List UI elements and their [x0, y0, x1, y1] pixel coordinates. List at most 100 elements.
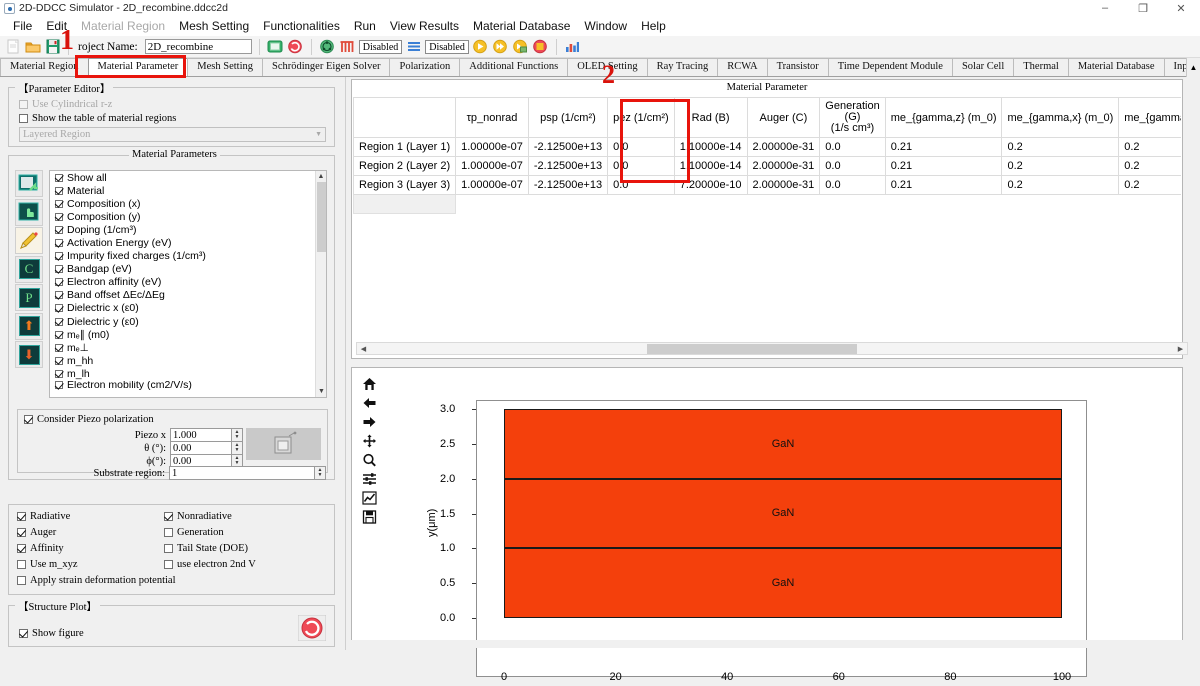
list-item[interactable]: Dielectric y (ε0) [50, 315, 314, 328]
list-item[interactable]: Bandgap (eV) [50, 263, 314, 276]
axis-edit-icon[interactable] [358, 488, 380, 507]
tab-ray-tracing[interactable]: Ray Tracing [646, 58, 719, 76]
zoom-icon[interactable] [358, 450, 380, 469]
menu-file[interactable]: File [6, 17, 39, 35]
cell-region[interactable]: Region 2 (Layer 2) [353, 156, 457, 176]
scroll-up-icon[interactable]: ▲ [316, 171, 326, 182]
tab-rcwa[interactable]: RCWA [717, 58, 768, 76]
tab-material-database[interactable]: Material Database [1067, 58, 1165, 76]
col-header-me-gamma-x[interactable]: me_{gamma,x} (m_0) [1001, 97, 1120, 138]
scroll-left-icon[interactable]: ◀ [357, 345, 370, 353]
tab-material-region[interactable]: Material Region [0, 58, 89, 76]
col-header-pez[interactable]: pez (1/cm²) [607, 97, 675, 138]
cell-tp-nonrad[interactable]: 1.00000e-07 [455, 175, 529, 195]
stepper-down-icon[interactable]: ▼ [318, 473, 323, 478]
refresh-icon[interactable] [287, 38, 304, 55]
cell-tp-nonrad[interactable]: 1.00000e-07 [455, 137, 529, 157]
option-apply-strain-deformation-potential[interactable]: Apply strain deformation potential [17, 575, 176, 586]
atom-icon[interactable] [319, 38, 336, 55]
substrate-region-stepper[interactable]: 1 ▲ ▼ [169, 466, 326, 480]
piezo-theta-input[interactable]: 0.00 [170, 441, 232, 455]
forward-arrow-icon[interactable] [358, 412, 380, 431]
lines-icon[interactable] [405, 38, 422, 55]
list-item[interactable]: Material [50, 184, 314, 197]
cell-auger-c[interactable]: 2.00000e-31 [746, 156, 821, 176]
col-header-tp-nonrad[interactable]: τp_nonrad [455, 97, 529, 138]
minimize-button[interactable]: – [1086, 0, 1124, 16]
mesh-icon[interactable] [339, 38, 356, 55]
list-item[interactable]: Composition (y) [50, 210, 314, 223]
piezo-theta-stepper[interactable]: 0.00 ▲ ▼ [170, 441, 243, 455]
pan-icon[interactable] [358, 431, 380, 450]
cell-psp[interactable]: -2.12500e+13 [527, 137, 609, 157]
list-item[interactable]: Composition (x) [50, 197, 314, 210]
list-item[interactable]: Impurity fixed charges (1/cm³) [50, 250, 314, 263]
list-item[interactable]: Electron affinity (eV) [50, 276, 314, 289]
option-generation[interactable]: Generation [164, 527, 224, 538]
col-header-region[interactable] [353, 97, 457, 138]
run-icon[interactable] [472, 38, 489, 55]
save-icon[interactable] [44, 38, 61, 55]
piezo-x-stepper[interactable]: 1.000 ▲ ▼ [170, 428, 243, 442]
option-tail-state[interactable]: Tail State (DOE) [164, 543, 248, 554]
show-figure-checkbox[interactable]: Show figure [19, 628, 84, 639]
structure-preview-icon[interactable] [246, 428, 321, 460]
tab-time-dependent-module[interactable]: Time Dependent Module [827, 58, 953, 76]
move-down-icon[interactable]: ⬇ [15, 341, 43, 368]
cell-me-gamma-z[interactable]: 0.21 [884, 175, 1003, 195]
option-affinity[interactable]: Affinity [17, 543, 64, 554]
cell-generation[interactable]: 0.0 [819, 175, 886, 195]
stepper-buttons[interactable]: ▲ ▼ [232, 428, 243, 442]
material-parameters-list[interactable]: Show all Material Composition (x) Compos… [49, 170, 327, 398]
tab-solar-cell[interactable]: Solar Cell [951, 58, 1015, 76]
list-item[interactable]: m_lh [50, 367, 314, 380]
piezo-x-input[interactable]: 1.000 [170, 428, 232, 442]
tab-schrodinger-eigen-solver[interactable]: Schrödinger Eigen Solver [262, 58, 391, 76]
list-item[interactable]: mₑ⊥ [50, 341, 314, 354]
back-arrow-icon[interactable] [358, 393, 380, 412]
list-item[interactable]: mₑ∥ (m0) [50, 328, 314, 341]
tab-material-parameter[interactable]: Material Parameter [87, 58, 189, 76]
substrate-region-input[interactable]: 1 [169, 466, 315, 480]
menu-view-results[interactable]: View Results [383, 17, 466, 35]
menu-mesh-setting[interactable]: Mesh Setting [172, 17, 256, 35]
table-row[interactable]: Region 1 (Layer 1) 1.00000e-07 -2.12500e… [353, 137, 1181, 157]
stepper-buttons[interactable]: ▲ ▼ [232, 441, 243, 455]
image-icon[interactable] [267, 38, 284, 55]
paste-material-icon[interactable]: P [15, 284, 43, 311]
table-horizontal-scrollbar[interactable]: ◀ ▶ [356, 342, 1188, 355]
mesh-status-box[interactable]: Disabled [358, 39, 403, 54]
option-nonradiative[interactable]: Nonradiative [164, 511, 232, 522]
list-item[interactable]: Activation Energy (eV) [50, 236, 314, 249]
option-radiative[interactable]: Radiative [17, 511, 70, 522]
tab-mesh-setting[interactable]: Mesh Setting [187, 58, 263, 76]
cell-me-gamma-x[interactable]: 0.2 [1001, 175, 1120, 195]
pick-material-icon[interactable] [15, 198, 43, 226]
cell-psp[interactable]: -2.12500e+13 [527, 156, 609, 176]
list-item[interactable]: m_hh [50, 354, 314, 367]
cell-rad-b[interactable]: 7.20000e-10 [673, 175, 748, 195]
cell-empty[interactable] [353, 194, 457, 214]
option-auger[interactable]: Auger [17, 527, 56, 538]
col-header-rad-b[interactable]: Rad (B) [673, 97, 748, 138]
list-item[interactable]: Dielectric x (ε0) [50, 302, 314, 315]
menu-functionalities[interactable]: Functionalities [256, 17, 347, 35]
cell-me-gamma-x[interactable]: 0.2 [1001, 156, 1120, 176]
col-header-me-gamma-z[interactable]: me_{gamma,z} (m_0) [884, 97, 1003, 138]
edit-material-icon[interactable] [15, 227, 43, 254]
new-file-icon[interactable] [4, 38, 21, 55]
tab-scroll-up-icon[interactable]: ▲ [1186, 58, 1200, 77]
tab-additional-functions[interactable]: Additional Functions [459, 58, 569, 76]
cell-me-gamma-y[interactable]: 0.2 [1118, 156, 1181, 176]
open-folder-icon[interactable] [24, 38, 41, 55]
project-name-input[interactable]: 2D_recombine [144, 39, 252, 54]
close-button[interactable]: ✕ [1162, 0, 1200, 16]
stepper-buttons[interactable]: ▲ ▼ [315, 466, 326, 480]
scrollbar-thumb[interactable] [647, 344, 857, 354]
stepper-down-icon[interactable]: ▼ [235, 448, 240, 453]
run-all-icon[interactable] [492, 38, 509, 55]
run-export-icon[interactable] [512, 38, 529, 55]
cell-region[interactable]: Region 1 (Layer 1) [353, 137, 457, 157]
cell-rad-b[interactable]: 1.10000e-14 [673, 156, 748, 176]
material-list-scrollbar[interactable]: ▲ ▼ [315, 171, 326, 397]
